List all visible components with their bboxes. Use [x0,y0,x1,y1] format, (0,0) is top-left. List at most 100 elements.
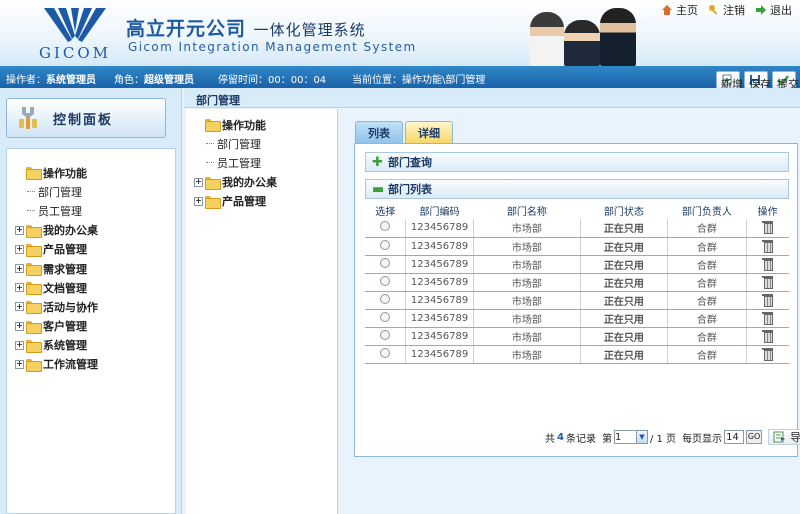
operation-cell [745,327,789,346]
expand-plus-icon[interactable]: + [15,283,24,293]
tree-item[interactable]: + 需求管理 [7,259,175,278]
row-radio[interactable] [379,239,390,250]
table-row[interactable]: 123456789 市场部 正在只用 合群 [365,273,789,292]
submit-button[interactable]: 提交 [772,71,799,91]
tree-item-label: 我的办公桌 [222,176,277,190]
tree-item[interactable]: 操作功能 [186,115,337,134]
row-radio[interactable] [379,329,390,340]
tree-item[interactable]: + 工作流管理 [7,355,175,374]
table-header-row: 选择 部门编码 部门名称 部门状态 部门负责人 操作 [365,202,789,219]
per-page-label: 每页显示 [682,433,723,445]
tree-item[interactable]: + 客户管理 [7,317,175,336]
row-radio[interactable] [379,221,390,232]
per-page-input[interactable]: 14 [724,430,745,444]
exit-link[interactable]: 退出 [755,2,792,18]
department-name-cell: 市场部 [473,327,581,346]
operation-cell [745,219,789,238]
table-row[interactable]: 123456789 市场部 正在只用 合群 [365,291,789,310]
tree-item[interactable]: + 系统管理 [7,336,175,355]
trash-icon[interactable] [762,329,774,343]
exit-arrow-icon [756,5,766,15]
export-button-label: 导出 [790,431,800,444]
tree-item-label: 系统管理 [43,339,87,353]
header-people-image [520,0,640,66]
tree-item[interactable]: + 我的办公桌 [186,173,337,192]
tree-item-label: 员工管理 [38,204,82,218]
expand-plus-icon[interactable]: + [194,177,203,187]
expand-plus-icon[interactable]: + [15,264,24,274]
department-name-cell: 市场部 [473,237,581,256]
expand-plus-icon[interactable]: + [15,302,24,312]
expand-plus-icon[interactable]: + [15,225,24,235]
tree-item-label: 活动与协作 [43,300,98,314]
row-radio[interactable] [379,257,390,268]
tree-item[interactable]: + 产品管理 [186,192,337,211]
table-row[interactable]: 123456789 市场部 正在只用 合群 [365,327,789,346]
column-header: 操作 [757,207,778,218]
department-owner-cell: 合群 [667,273,747,292]
department-owner-cell: 合群 [667,219,747,238]
expand-plus-icon: ✚ [372,154,383,170]
department-list-section[interactable]: ▬ 部门列表 [365,179,789,199]
control-panel-header[interactable]: 控制面板 [6,98,166,138]
department-query-section[interactable]: ✚ 部门查询 [365,152,789,172]
left-nav-tree: 操作功能 部门管理 员工管理 + 我的办公桌 + 产品管理 + 需求管理 + 文档管理 + 活动与协作 +… [6,148,176,514]
row-radio[interactable] [379,293,390,304]
department-owner-cell: 合群 [667,255,747,274]
logout-link[interactable]: 注销 [708,2,745,18]
table-row[interactable]: 123456789 市场部 正在只用 合群 [365,309,789,328]
trash-icon[interactable] [762,257,774,271]
trash-icon[interactable] [762,275,774,289]
go-button[interactable]: GO [746,430,763,444]
row-radio[interactable] [379,275,390,286]
trash-icon[interactable] [762,239,774,253]
column-header: 部门状态 [603,207,644,218]
tree-item-label: 我的办公桌 [43,224,98,238]
tree-item-label: 产品管理 [222,195,266,209]
expand-plus-icon[interactable]: + [15,359,24,369]
tab-list[interactable]: 列表 [355,121,403,143]
page-select[interactable]: 1 ▼ [613,430,648,444]
trash-icon[interactable] [762,293,774,307]
expand-plus-icon[interactable]: + [194,196,203,206]
department-owner-cell: 合群 [667,237,747,256]
tree-item[interactable]: + 我的办公桌 [7,221,175,240]
expand-plus-icon[interactable]: + [15,244,24,254]
tree-item[interactable]: 部门管理 [7,182,175,201]
expand-plus-icon[interactable]: + [15,340,24,350]
tree-item[interactable]: + 产品管理 [7,240,175,259]
tree-item[interactable]: 员工管理 [7,201,175,220]
app-title-system: 一体化管理系统 [253,21,366,39]
expand-plus-icon[interactable]: + [15,321,24,331]
row-radio[interactable] [379,311,390,322]
app-title-company: 高立开元公司 [126,18,247,40]
trash-icon[interactable] [762,347,774,361]
tab-detail[interactable]: 详细 [405,121,453,143]
trash-icon[interactable] [762,311,774,325]
table-row[interactable]: 123456789 市场部 正在只用 合群 [365,345,789,364]
tree-item[interactable]: + 活动与协作 [7,297,175,316]
export-button[interactable]: 导出 [768,429,800,445]
table-row[interactable]: 123456789 市场部 正在只用 合群 [365,219,789,238]
table-row[interactable]: 123456789 市场部 正在只用 合群 [365,255,789,274]
department-name-cell: 市场部 [473,309,581,328]
current-location: 当前位置：操作功能\部门管理 [352,75,486,86]
table-row[interactable]: 123456789 市场部 正在只用 合群 [365,237,789,256]
operation-cell [745,309,789,328]
tree-item[interactable]: 操作功能 [7,163,175,182]
save-button[interactable]: 保存 [744,71,771,91]
department-code-cell: 123456789 [404,273,474,292]
add-button[interactable]: 新增 [716,71,743,91]
department-list-title: 部门列表 [388,183,432,196]
tree-item-label: 操作功能 [43,166,87,180]
row-radio[interactable] [379,347,390,358]
column-header: 部门编码 [419,207,460,218]
pager-total-count: 4 [557,431,564,443]
trash-icon[interactable] [762,220,774,235]
tree-item[interactable]: + 文档管理 [7,278,175,297]
tree-item[interactable]: 部门管理 [186,134,337,153]
home-link[interactable]: 主页 [661,2,698,18]
tree-item[interactable]: 员工管理 [186,153,337,172]
pager-page-prefix: 第 [601,433,612,445]
tree-item-label: 工作流管理 [43,358,98,372]
